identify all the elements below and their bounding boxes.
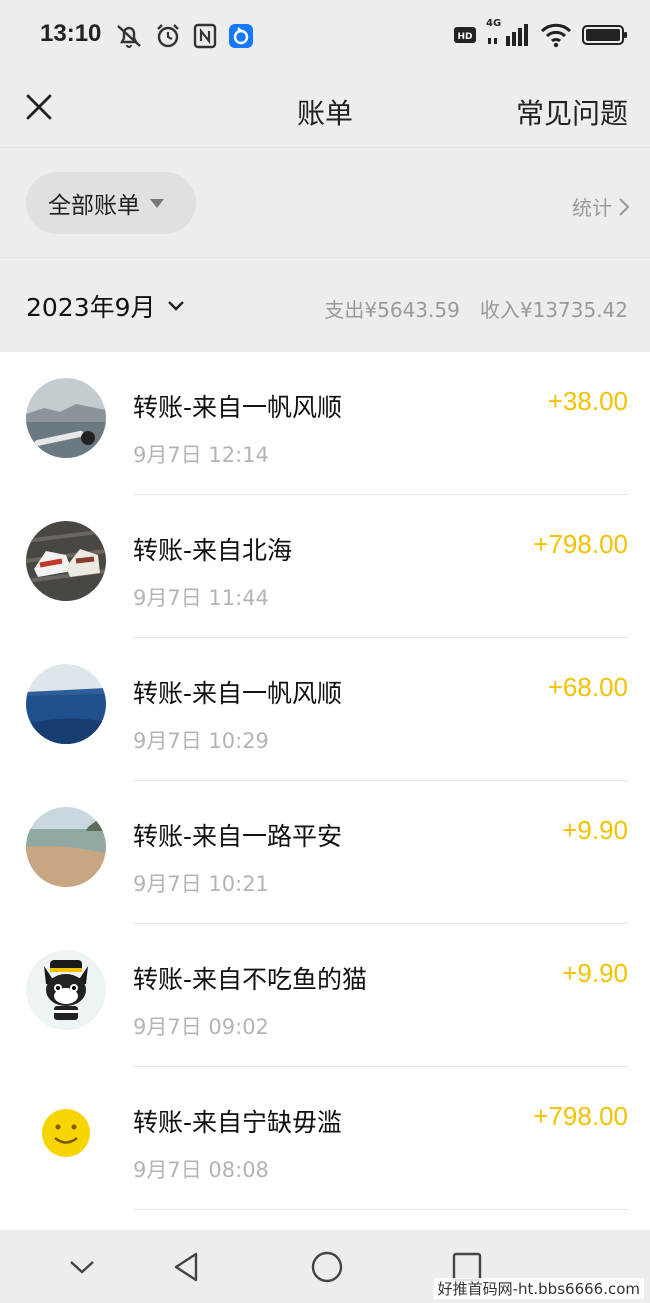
nfc-icon [193,23,217,49]
transaction-list: 转账-来自一帆风顺 9月7日 12:14 +38.00 转账-来自北海 9月7日… [0,352,650,1230]
month-summary: 支出¥5643.59 收入¥13735.42 [324,294,628,323]
transaction-amount: +9.90 [562,815,628,845]
sneakers-photo-avatar [26,521,106,601]
transaction-time: 9月7日 10:21 [133,872,269,896]
status-time: 13:10 [40,20,102,47]
system-nav-bar: 好推首码网-ht.bbs6666.com [0,1230,650,1303]
app-notification-icon [229,24,253,48]
avatar [26,378,106,458]
caret-down-icon [150,198,164,208]
stats-label: 统计 [572,196,612,220]
chevron-down-icon[interactable] [65,1250,99,1284]
income-total: 收入¥13735.42 [479,298,628,322]
transaction-amount: +798.00 [533,529,628,559]
transaction-title: 转账-来自不吃鱼的猫 [133,965,368,994]
transaction-amount: +9.90 [562,958,628,988]
watermark: 好推首码网-ht.bbs6666.com [433,1278,644,1299]
status-bar: 13:10 HD 4G [0,0,650,74]
transaction-time: 9月7日 11:44 [133,586,269,610]
smiley-face-avatar [26,1093,106,1173]
transaction-row[interactable]: 转账-来自北海 9月7日 11:44 +798.00 [0,495,650,638]
svg-text:HD: HD [457,32,472,42]
chevron-down-icon [167,301,184,311]
transaction-time: 9月7日 09:02 [133,1015,269,1039]
month-label: 2023年9月 [26,293,156,322]
expense-total: 支出¥5643.59 [324,298,460,322]
alarm-icon [157,24,179,48]
mute-bell-icon [117,25,141,48]
transaction-title: 转账-来自宁缺毋滥 [133,1108,343,1137]
lake-photo-avatar [26,378,106,458]
transaction-row[interactable]: 转账-来自不吃鱼的猫 9月7日 09:02 +9.90 [0,924,650,1067]
avatar [26,807,106,887]
transaction-title: 转账-来自一帆风顺 [133,679,343,708]
transaction-row[interactable]: 转账-来自一路平安 9月7日 10:21 +9.90 [0,781,650,924]
month-row: 2023年9月 支出¥5643.59 收入¥13735.42 [0,258,650,352]
transaction-amount: +798.00 [533,1101,628,1131]
divider [133,1209,628,1210]
hd-icon: HD [454,27,476,43]
transaction-amount: +38.00 [547,386,628,416]
transaction-time: 9月7日 10:29 [133,729,269,753]
transaction-title: 转账-来自北海 [133,536,293,565]
transaction-row[interactable]: 转账-来自一帆风顺 9月7日 10:29 +68.00 [0,638,650,781]
bill-filter-dropdown[interactable]: 全部账单 [26,172,196,234]
avatar [26,950,106,1030]
beach-photo-avatar [26,807,106,887]
transaction-title: 转账-来自一路平安 [133,822,343,851]
battery-icon [582,25,627,45]
filter-row: 全部账单 统计 [0,148,650,258]
wifi-icon [540,23,572,48]
transaction-time: 9月7日 12:14 [133,443,269,467]
faq-link[interactable]: 常见问题 [516,92,628,132]
transaction-title: 转账-来自一帆风顺 [133,393,343,422]
cartoon-cat-avatar [26,950,106,1030]
home-circle-icon[interactable] [310,1250,344,1284]
bill-filter-label: 全部账单 [48,193,140,219]
avatar [26,664,106,744]
transaction-row[interactable]: 转账-来自宁缺毋滥 9月7日 08:08 +798.00 [0,1067,650,1210]
signal-indicator: 4G [486,18,530,48]
stats-link[interactable]: 统计 [572,192,630,221]
nav-bar: 账单 常见问题 [0,74,650,148]
transaction-amount: +68.00 [547,672,628,702]
transaction-row[interactable]: 转账-来自一帆风顺 9月7日 12:14 +38.00 [0,352,650,495]
avatar [26,521,106,601]
avatar [26,1093,106,1173]
back-triangle-icon[interactable] [170,1250,204,1284]
month-picker[interactable]: 2023年9月 [26,288,186,324]
signal-icon [488,24,528,46]
chevron-right-icon [619,197,630,216]
sea-photo-avatar [26,664,106,744]
transaction-time: 9月7日 08:08 [133,1158,269,1182]
